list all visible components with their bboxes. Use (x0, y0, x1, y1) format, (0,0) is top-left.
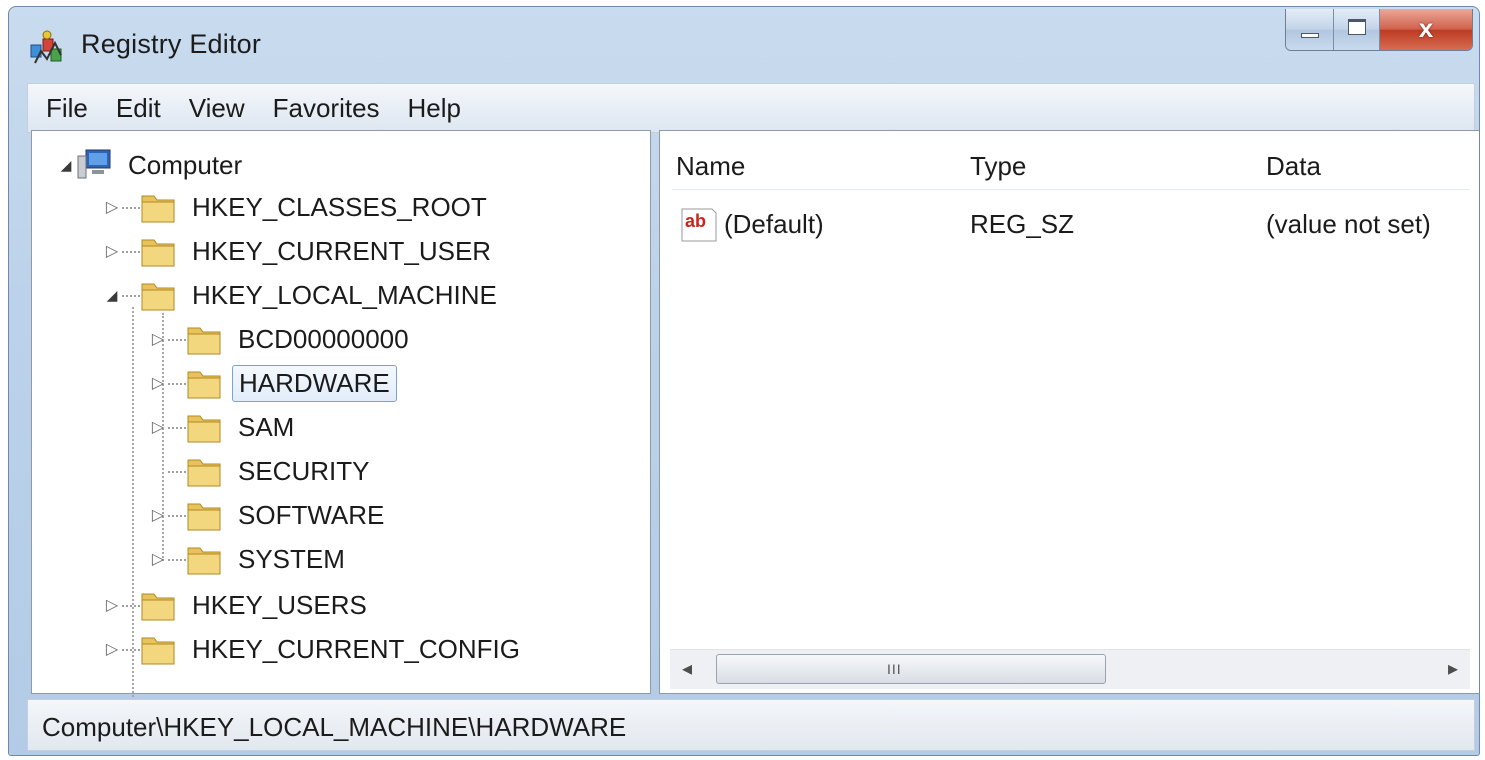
folder-icon (141, 283, 175, 311)
tree-node-label: SYSTEM (238, 543, 345, 574)
expand-arrow-icon[interactable]: ▷ (102, 241, 122, 261)
tree-node-label: SAM (238, 411, 295, 442)
tree-node-label: HKEY_USERS (192, 589, 367, 620)
scroll-left-icon[interactable]: ◂ (682, 656, 692, 681)
value-name: (Default) (724, 209, 824, 239)
tree-node-label: SECURITY (238, 455, 370, 486)
folder-icon (187, 503, 221, 531)
tree-connector (168, 383, 186, 385)
expand-arrow-icon[interactable]: ▷ (148, 549, 168, 569)
tree-node[interactable]: ▷ SOFTWARE (148, 495, 390, 535)
minimize-icon (1301, 33, 1319, 38)
minimize-button[interactable] (1286, 9, 1334, 50)
value-type: REG_SZ (970, 209, 1075, 239)
expand-arrow-icon[interactable]: ▷ (148, 505, 168, 525)
tree-connector (168, 427, 186, 429)
column-header-data[interactable]: Data (1266, 151, 1321, 182)
folder-icon (141, 195, 175, 223)
registry-editor-window: Registry Editor x File Edit View Favorit… (8, 6, 1480, 756)
tree-node-label: BCD00000000 (238, 323, 409, 354)
tree-connector (122, 649, 140, 651)
horizontal-scrollbar[interactable]: ◂ III ▸ (670, 649, 1470, 689)
folder-icon (187, 459, 221, 487)
tree-node[interactable]: ▷ HKEY_CURRENT_USER (102, 231, 497, 271)
tree-connector (122, 207, 140, 209)
maximize-button[interactable] (1334, 9, 1380, 50)
menu-view[interactable]: View (177, 93, 261, 124)
tree-node[interactable]: ◢ HKEY_LOCAL_MACHINE (102, 275, 503, 315)
tree-node-computer[interactable]: ◢ Computer (56, 145, 248, 185)
scroll-thumb[interactable]: III (716, 654, 1106, 684)
folder-icon (141, 593, 175, 621)
close-button[interactable]: x (1380, 9, 1472, 50)
menu-help[interactable]: Help (396, 93, 477, 124)
tree-node[interactable]: ▷ HKEY_CLASSES_ROOT (102, 187, 493, 227)
caption-buttons: x (1285, 9, 1473, 51)
window-title: Registry Editor (81, 29, 262, 59)
tree-node[interactable]: ▷ SAM (148, 407, 300, 447)
tree-node-label: SOFTWARE (238, 499, 385, 530)
grip-icon: III (887, 661, 902, 677)
title-bar[interactable]: Registry Editor x (9, 7, 1479, 79)
tree-connector (122, 605, 140, 607)
svg-text:ab: ab (685, 211, 706, 231)
expand-arrow-icon[interactable]: ▷ (148, 329, 168, 349)
folder-icon (141, 637, 175, 665)
tree-node[interactable]: ▷ HKEY_USERS (102, 585, 373, 625)
tree-connector (168, 559, 186, 561)
menu-edit[interactable]: Edit (104, 93, 177, 124)
column-header-type[interactable]: Type (970, 151, 1026, 182)
header-divider (672, 189, 1470, 190)
tree-connector (122, 295, 140, 297)
menu-favorites[interactable]: Favorites (261, 93, 396, 124)
folder-icon (187, 547, 221, 575)
folder-icon (187, 415, 221, 443)
value-data: (value not set) (1266, 209, 1431, 239)
status-bar: Computer\HKEY_LOCAL_MACHINE\HARDWARE (27, 699, 1475, 751)
expand-arrow-icon[interactable]: ▷ (102, 197, 122, 217)
computer-icon (77, 149, 111, 179)
folder-icon (187, 371, 221, 399)
scroll-right-icon[interactable]: ▸ (1448, 656, 1458, 681)
menu-file[interactable]: File (34, 93, 104, 124)
tree-node-label: HARDWARE (232, 364, 397, 402)
tree-connector (122, 251, 140, 253)
tree-node[interactable]: ▷ SYSTEM (148, 539, 351, 579)
tree-node-label: HKEY_CLASSES_ROOT (192, 191, 487, 222)
tree-node[interactable]: ▷ HKEY_CURRENT_CONFIG (102, 629, 526, 669)
tree-node[interactable]: ▷ BCD00000000 (148, 319, 415, 359)
registry-tree[interactable]: ◢ Computer ▷ HKEY_CLASSES_ROOT ▷ HKEY_CU… (31, 130, 651, 749)
close-icon: x (1418, 13, 1434, 43)
folder-icon (187, 327, 221, 355)
tree-node-label: HKEY_LOCAL_MACHINE (192, 279, 497, 310)
tree-node-label: HKEY_CURRENT_CONFIG (192, 633, 520, 664)
expand-arrow-icon[interactable]: ▷ (102, 639, 122, 659)
collapse-arrow-icon[interactable]: ◢ (102, 287, 122, 304)
registry-editor-icon (30, 30, 62, 64)
maximize-icon (1348, 19, 1366, 35)
tree-node-label: HKEY_CURRENT_USER (192, 235, 492, 266)
collapse-arrow-icon[interactable]: ◢ (56, 157, 76, 174)
expand-arrow-icon[interactable]: ▷ (102, 595, 122, 615)
values-list[interactable]: Name Type Data ab (Default) REG_SZ (valu… (659, 130, 1479, 694)
column-header-name[interactable]: Name (676, 151, 745, 182)
tree-node-label: Computer (128, 149, 243, 180)
folder-icon (141, 239, 175, 267)
tree-connector (168, 339, 186, 341)
menu-bar: File Edit View Favorites Help (27, 83, 1475, 133)
tree-connector (168, 471, 186, 473)
string-value-icon: ab (681, 208, 717, 242)
tree-connector (168, 515, 186, 517)
expand-arrow-icon[interactable]: ▷ (148, 373, 168, 393)
tree-guide-line (132, 307, 134, 749)
current-key-path: Computer\HKEY_LOCAL_MACHINE\HARDWARE (42, 712, 627, 742)
tree-node-selected[interactable]: ▷ HARDWARE (148, 363, 397, 403)
tree-node[interactable]: SECURITY (148, 451, 375, 491)
expand-arrow-icon[interactable]: ▷ (148, 417, 168, 437)
